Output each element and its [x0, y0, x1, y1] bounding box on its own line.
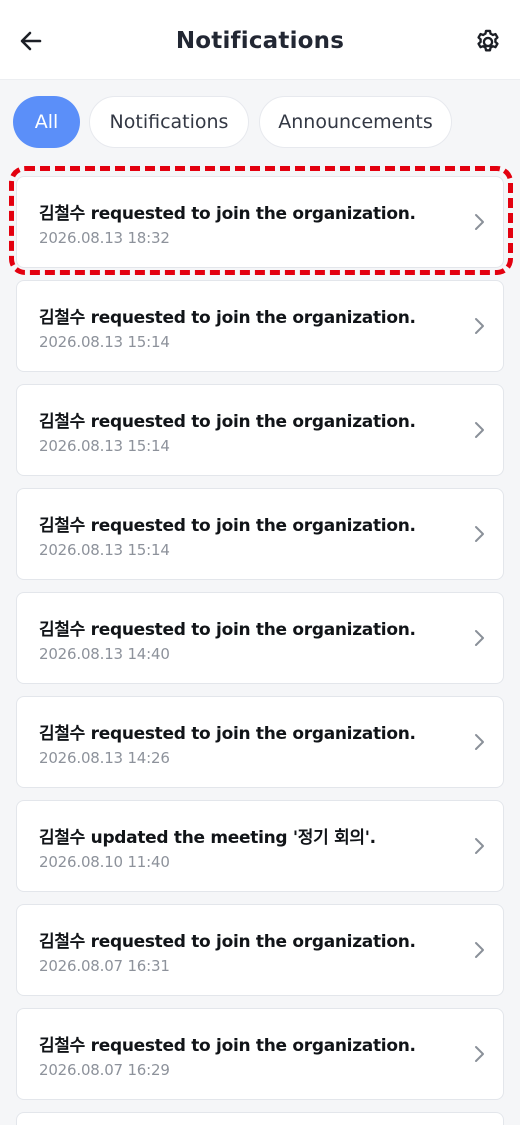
- chevron-right-icon: [475, 630, 484, 646]
- notification-title: 김철수 requested to join the organization.: [39, 412, 416, 432]
- notification-item[interactable]: 김철수 requested to join the organization. …: [16, 696, 504, 788]
- notification-time: 2026.08.07 16:29: [39, 1061, 170, 1079]
- notification-title: 김철수 requested to join the organization.: [39, 308, 416, 328]
- notification-item[interactable]: 김철수 updated the meeting '정기 회의'. 2026.08…: [16, 800, 504, 892]
- notification-time: 2026.08.13 15:14: [39, 437, 170, 455]
- notification-title: 김철수 requested to join the organization.: [39, 516, 416, 536]
- notification-title: 김철수 requested to join the organization.: [39, 724, 416, 744]
- chevron-right-icon: [475, 942, 484, 958]
- notification-title: 김철수 requested to join the organization.: [39, 204, 416, 224]
- notification-item[interactable]: 김철수 requested to join the organization. …: [16, 280, 504, 372]
- notification-time: 2026.08.13 15:14: [39, 333, 170, 351]
- notification-item-partial[interactable]: [16, 1112, 504, 1125]
- notification-item[interactable]: 김철수 requested to join the organization. …: [16, 384, 504, 476]
- app-header: Notifications: [0, 0, 520, 80]
- notification-item[interactable]: 김철수 requested to join the organization. …: [16, 176, 504, 268]
- tab-all[interactable]: All: [13, 96, 80, 148]
- page-title: Notifications: [175, 28, 345, 54]
- notification-item[interactable]: 김철수 requested to join the organization. …: [16, 592, 504, 684]
- settings-button[interactable]: [470, 24, 506, 60]
- notification-title: 김철수 requested to join the organization.: [39, 1036, 416, 1056]
- tab-notifications[interactable]: Notifications: [89, 96, 249, 148]
- chevron-right-icon: [475, 214, 484, 230]
- notification-time: 2026.08.13 18:32: [39, 229, 170, 247]
- notification-item[interactable]: 김철수 requested to join the organization. …: [16, 1008, 504, 1100]
- chevron-right-icon: [475, 838, 484, 854]
- notification-title: 김철수 requested to join the organization.: [39, 932, 416, 952]
- notification-time: 2026.08.13 14:26: [39, 749, 170, 767]
- notification-title: 김철수 requested to join the organization.: [39, 620, 416, 640]
- chevron-right-icon: [475, 422, 484, 438]
- notification-item[interactable]: 김철수 requested to join the organization. …: [16, 488, 504, 580]
- chevron-right-icon: [475, 734, 484, 750]
- chevron-right-icon: [475, 318, 484, 334]
- notification-title: 김철수 updated the meeting '정기 회의'.: [39, 828, 376, 848]
- notification-time: 2026.08.13 15:14: [39, 541, 170, 559]
- chevron-right-icon: [475, 1046, 484, 1062]
- notification-time: 2026.08.13 14:40: [39, 645, 170, 663]
- tab-announcements[interactable]: Announcements: [259, 96, 452, 148]
- gear-icon: [477, 29, 499, 52]
- notification-item[interactable]: 김철수 requested to join the organization. …: [16, 904, 504, 996]
- notification-time: 2026.08.10 11:40: [39, 853, 170, 871]
- chevron-right-icon: [475, 526, 484, 542]
- notification-time: 2026.08.07 16:31: [39, 957, 170, 975]
